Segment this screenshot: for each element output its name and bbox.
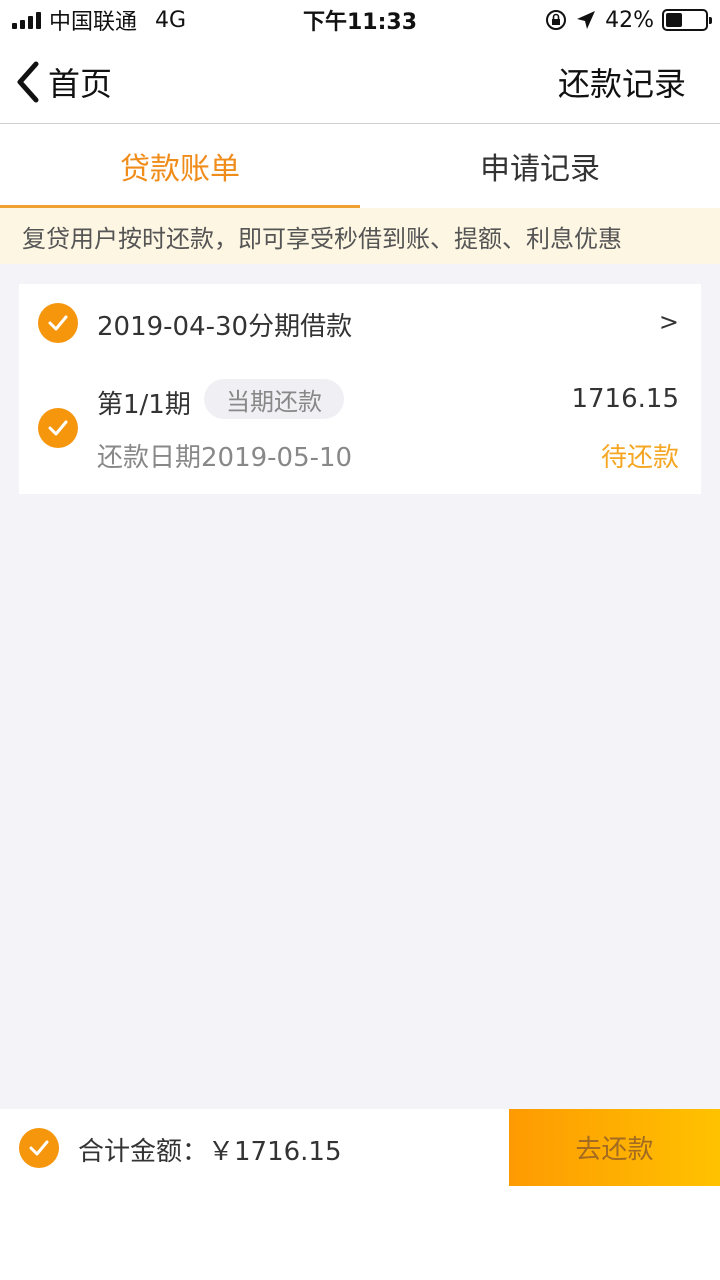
bottom-bar: 合计金额：￥1716.15 去还款 [0,1109,720,1186]
status-right: 42% [545,7,712,33]
due-date: 还款日期2019-05-10 [97,443,353,473]
signal-icon [12,11,41,29]
total-amount: 合计金额：￥1716.15 [78,1137,342,1167]
battery-fill [666,13,682,27]
loan-detail-arrow[interactable]: > [659,308,679,336]
back-button[interactable]: 首页 [14,59,112,105]
pay-button[interactable]: 去还款 [509,1109,720,1186]
status-bar: 中国联通 4G 下午11:33 42% [0,0,720,40]
payment-status: 待还款 [600,443,679,473]
repayment-records-link[interactable]: 还款记录 [558,59,686,105]
select-all-checkbox[interactable] [19,1128,59,1168]
tab-loan-bills[interactable]: 贷款账单 [0,124,360,208]
installment-period: 第1/1期 [97,390,191,420]
installment-amount: 1716.15 [571,384,679,414]
loan-title[interactable]: 2019-04-30分期借款 [97,306,352,343]
checkmark-icon [29,1140,49,1156]
loan-card: 2019-04-30分期借款 > 第1/1期 当期还款 1716.15 还款日期… [19,284,701,494]
status-left: 中国联通 4G [12,4,186,36]
current-period-badge: 当期还款 [204,379,344,419]
tab-application-records[interactable]: 申请记录 [360,124,720,208]
loan-select-checkbox[interactable] [38,303,78,343]
nav-bar: 首页 还款记录 [0,40,720,124]
checkmark-icon [48,315,68,331]
battery-icon [662,9,712,31]
chevron-left-icon [17,61,39,102]
back-label: 首页 [48,64,113,103]
notice-banner: 复贷用户按时还款，即可享受秒借到账、提额、利息优惠 [0,208,720,264]
home-indicator-area [0,1186,720,1280]
tab-bar: 贷款账单 申请记录 [0,124,720,208]
rotation-lock-icon [546,10,567,30]
location-arrow-icon [577,11,596,29]
network-type: 4G [155,7,187,33]
carrier-name: 中国联通 [49,10,138,35]
installment-select-checkbox[interactable] [38,408,78,448]
battery-percent: 42% [605,7,654,33]
checkmark-icon [48,420,68,436]
